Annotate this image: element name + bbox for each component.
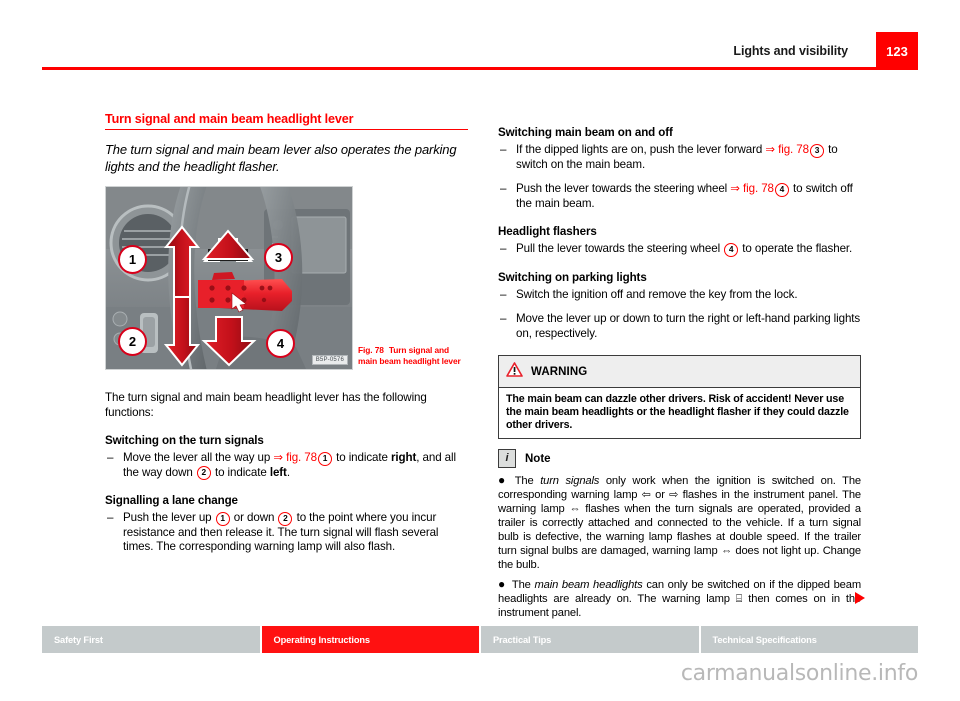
figure-callout-4: 4 (266, 329, 295, 358)
instruction-item: Push the lever towards the steering whee… (498, 182, 861, 211)
note-bullet: ● The main beam headlights can only be sw… (498, 577, 861, 620)
text-run: The (514, 475, 541, 487)
instruction-item: Move the lever up or down to turn the ri… (498, 312, 861, 341)
callout-number: 4 (774, 182, 789, 197)
instruction-item: If the dipped lights are on, push the le… (498, 143, 861, 172)
subsection-heading: Signalling a lane change (105, 494, 238, 507)
callout-number: 1 (318, 451, 332, 466)
cross-reference-link[interactable]: ⇒ fig. 78 (730, 182, 774, 195)
watermark: carmanualsonline.info (680, 661, 918, 686)
intro-paragraph: The turn signal and main beam headlight … (105, 391, 427, 419)
text-run: The (511, 579, 535, 591)
bullet-dot-icon: ● (498, 577, 506, 591)
warning-label: WARNING (531, 366, 588, 378)
callout-number: 3 (810, 143, 824, 158)
section-title: Turn signal and main beam headlight leve… (105, 112, 468, 130)
warning-lamp-glyph-icon: ⇔ (720, 545, 732, 557)
footer-tab-label: Practical Tips (493, 634, 552, 645)
text-run: . (286, 465, 290, 479)
emphasis-italic: turn signals (540, 475, 600, 487)
footer-tab-label: Technical Specifications (712, 634, 817, 645)
header-divider (42, 67, 918, 70)
warning-header: WARNING (499, 356, 860, 388)
info-icon: i (498, 449, 516, 468)
instruction-item: Move the lever all the way up ⇒ fig. 781… (105, 451, 468, 480)
footer-tab-practical-tips[interactable]: Practical Tips (481, 626, 699, 653)
figure-callout-1: 1 (118, 245, 147, 274)
right-column: Switching main beam on and off If the dip… (498, 112, 861, 625)
text-run: Push the lever up (123, 511, 215, 524)
note-bullets: ● The turn signals only work when the ign… (498, 473, 861, 620)
text-run: Switch the ignition off and remove the k… (516, 287, 798, 301)
emphasis-bold: right (391, 451, 417, 464)
callout-number: 2 (196, 466, 211, 480)
warning-triangle-icon (506, 362, 523, 382)
subsection-heading: Switching main beam on and off (498, 126, 673, 139)
warning-lamp-glyph-icon: ⇦ (641, 489, 651, 501)
emphasis-italic: main beam headlights (534, 579, 643, 591)
instruction-item: Switch the ignition off and remove the k… (498, 288, 861, 303)
left-instruction-blocks: Switching on the turn signals Move the le… (105, 434, 468, 555)
warning-lamp-glyph-icon: ⇔ (569, 503, 581, 515)
right-instruction-blocks: Switching main beam on and off If the dip… (498, 126, 861, 341)
page-title: Lights and visibility (733, 44, 848, 58)
figure-caption: Fig. 78 Turn signal and main beam headlig… (358, 345, 470, 366)
continuation-arrow-icon (855, 592, 865, 604)
text-run: to indicate (211, 465, 270, 479)
subsection-heading: Switching on parking lights (498, 270, 647, 284)
warning-lamp-glyph-icon: ⇨ (669, 489, 679, 501)
cross-reference-link[interactable]: ⇒ fig. 78 (765, 143, 809, 156)
callout-number: 2 (278, 511, 293, 526)
callout-number: 1 (215, 511, 230, 526)
footer-tab-label: Safety First (54, 634, 103, 645)
figure-callout-3: 3 (264, 243, 293, 272)
figure-caption-label: Fig. 78 (358, 345, 384, 355)
note-header: i Note (498, 449, 861, 468)
text-run: Move the lever all the way up (123, 451, 274, 464)
warning-body: The main beam can dazzle other drivers. … (506, 393, 849, 431)
section-lead: The turn signal and main beam lever also… (105, 142, 457, 174)
text-run: If the dipped lights are on, push the le… (516, 143, 766, 156)
bullet-dot-icon: ● (498, 473, 509, 487)
subsection-heading: Switching on the turn signals (105, 434, 264, 447)
emphasis-bold: left (269, 465, 287, 479)
instruction-item: Push the lever up 1 or down 2 to the poi… (105, 511, 468, 555)
footer-tab-technical-specifications[interactable]: Technical Specifications (700, 626, 918, 653)
footer-tab-bar: Safety First Operating Instructions Practi… (42, 626, 918, 653)
subsection-heading: Headlight flashers (498, 225, 597, 238)
page-header: Lights and visibility 123 (42, 32, 918, 70)
text-run: Push the lever towards the steering whee… (516, 182, 731, 195)
figure-image-code: B5P-0576 (311, 355, 348, 365)
instruction-item: Pull the lever towards the steering whee… (498, 242, 861, 257)
text-run: Move the lever up or down to turn the ri… (516, 312, 861, 340)
text-run: or down (230, 511, 278, 524)
cross-reference-link[interactable]: ⇒ fig. 78 (273, 451, 317, 464)
text-run: Pull the lever towards the steering whee… (516, 242, 724, 255)
footer-tab-label: Operating Instructions (273, 634, 371, 645)
text-run: to indicate (333, 451, 391, 464)
page-number-badge: 123 (876, 32, 918, 70)
callout-number: 4 (724, 242, 739, 257)
text-run: to operate the flasher. (739, 242, 853, 255)
text-run: or (650, 489, 670, 501)
figure-callout-2: 2 (118, 327, 147, 356)
figure-image: 1 2 3 4 B5P-0576 (105, 186, 353, 370)
footer-tab-operating-instructions[interactable]: Operating Instructions (261, 626, 479, 653)
note-bullet: ● The turn signals only work when the ign… (498, 473, 861, 572)
warning-box: WARNING The main beam can dazzle other d… (498, 355, 861, 439)
footer-tab-safety-first[interactable]: Safety First (42, 626, 260, 653)
note-label: Note (525, 452, 551, 465)
